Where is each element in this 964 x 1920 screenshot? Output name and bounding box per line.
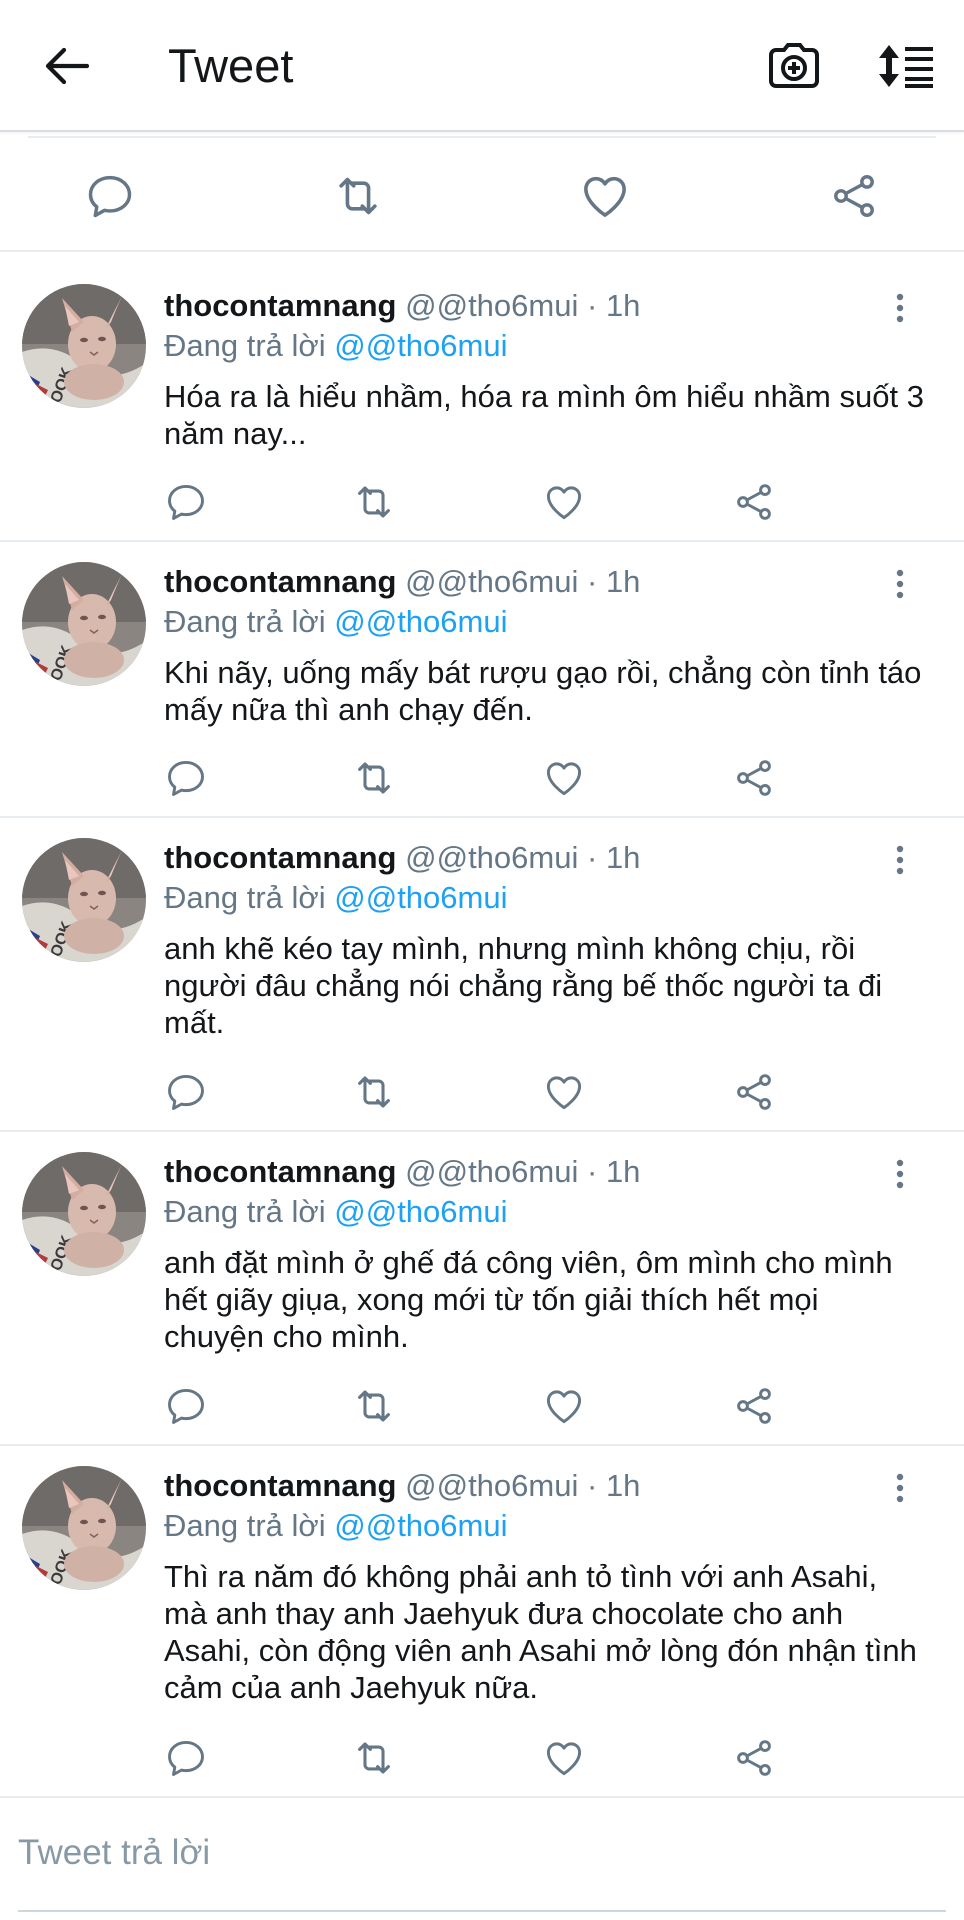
timestamp: 1h	[605, 1154, 641, 1189]
input-underline	[18, 1910, 946, 1912]
reply-icon[interactable]	[162, 1068, 210, 1116]
avatar[interactable]	[22, 1152, 146, 1276]
timestamp: 1h	[605, 840, 641, 875]
replying-to: Đang trả lời @@tho6mui	[164, 1506, 507, 1546]
separator-dot: ·	[586, 564, 598, 599]
tweet-header: thocontamnang @@tho6mui · 1h	[164, 1152, 640, 1192]
author-name[interactable]: thocontamnang	[164, 840, 397, 875]
reply-tweet[interactable]: thocontamnang @@tho6mui · 1h Đang trả lờ…	[0, 1132, 964, 1446]
avatar[interactable]	[22, 838, 146, 962]
timestamp: 1h	[605, 564, 641, 599]
author-name[interactable]: thocontamnang	[164, 288, 397, 323]
more-options-icon[interactable]	[880, 1466, 920, 1510]
share-icon[interactable]	[730, 1734, 778, 1782]
timestamp: 1h	[605, 1468, 641, 1503]
replying-to: Đang trả lời @@tho6mui	[164, 602, 507, 642]
reply-icon[interactable]	[162, 754, 210, 802]
separator-dot: ·	[586, 1468, 598, 1503]
tweet-header: thocontamnang @@tho6mui · 1h	[164, 286, 640, 326]
replying-to: Đang trả lời @@tho6mui	[164, 326, 507, 366]
avatar[interactable]	[22, 1466, 146, 1590]
reply-tweet[interactable]: thocontamnang @@tho6mui · 1h Đang trả lờ…	[0, 818, 964, 1132]
reply-composer	[0, 1798, 964, 1912]
page-title: Tweet	[168, 39, 294, 92]
author-name[interactable]: thocontamnang	[164, 1154, 397, 1189]
author-name[interactable]: thocontamnang	[164, 1468, 397, 1503]
reply-tweet[interactable]: thocontamnang @@tho6mui · 1h Đang trả lờ…	[0, 252, 964, 542]
replying-to-label: Đang trả lời	[164, 604, 326, 639]
more-options-icon[interactable]	[880, 838, 920, 882]
app-bar: Tweet	[0, 0, 964, 132]
tweet-text: Hóa ra là hiểu nhầm, hóa ra mình ôm hiểu…	[164, 379, 924, 451]
retweet-icon[interactable]	[350, 478, 398, 526]
replying-to-link[interactable]: @@tho6mui	[334, 328, 507, 363]
reply-tweet[interactable]: thocontamnang @@tho6mui · 1h Đang trả lờ…	[0, 1446, 964, 1798]
like-icon[interactable]	[540, 1068, 588, 1116]
arrow-left-icon[interactable]	[38, 38, 94, 94]
more-options-icon[interactable]	[880, 562, 920, 606]
tweet-header: thocontamnang @@tho6mui · 1h	[164, 838, 640, 878]
replying-to-link[interactable]: @@tho6mui	[334, 1508, 507, 1543]
author-name[interactable]: thocontamnang	[164, 564, 397, 599]
author-handle: @@tho6mui	[405, 288, 579, 323]
replying-to-label: Đang trả lời	[164, 880, 326, 915]
separator-dot: ·	[586, 288, 598, 323]
replying-to-link[interactable]: @@tho6mui	[334, 1194, 507, 1229]
avatar[interactable]	[22, 562, 146, 686]
replying-to-link[interactable]: @@tho6mui	[334, 604, 507, 639]
tweet-header: thocontamnang @@tho6mui · 1h	[164, 1466, 640, 1506]
avatar[interactable]	[22, 284, 146, 408]
share-icon[interactable]	[730, 478, 778, 526]
reply-icon[interactable]	[162, 1734, 210, 1782]
author-handle: @@tho6mui	[405, 564, 579, 599]
like-icon[interactable]	[540, 1734, 588, 1782]
reply-icon[interactable]	[162, 478, 210, 526]
share-icon[interactable]	[730, 754, 778, 802]
timestamp: 1h	[605, 288, 641, 323]
separator-dot: ·	[586, 1154, 598, 1189]
reply-tweet[interactable]: thocontamnang @@tho6mui · 1h Đang trả lờ…	[0, 542, 964, 818]
retweet-icon[interactable]	[350, 754, 398, 802]
camera-plus-icon[interactable]	[762, 34, 826, 98]
share-icon[interactable]	[824, 166, 884, 226]
retweet-icon[interactable]	[328, 166, 388, 226]
retweet-icon[interactable]	[350, 1068, 398, 1116]
tweet-header: thocontamnang @@tho6mui · 1h	[164, 562, 640, 602]
replying-to-label: Đang trả lời	[164, 328, 326, 363]
more-options-icon[interactable]	[880, 1152, 920, 1196]
reply-input[interactable]	[18, 1828, 918, 1878]
share-icon[interactable]	[730, 1382, 778, 1430]
tweet-text: Thì ra năm đó không phải anh tỏ tình với…	[164, 1559, 917, 1705]
sort-list-icon[interactable]	[872, 34, 940, 98]
tweet-text: anh khẽ kéo tay mình, nhưng mình không c…	[164, 931, 883, 1040]
reply-icon[interactable]	[162, 1382, 210, 1430]
like-icon[interactable]	[540, 754, 588, 802]
author-handle: @@tho6mui	[405, 840, 579, 875]
author-handle: @@tho6mui	[405, 1154, 579, 1189]
separator-dot: ·	[586, 840, 598, 875]
replying-to-label: Đang trả lời	[164, 1194, 326, 1229]
like-icon[interactable]	[540, 478, 588, 526]
reply-icon[interactable]	[80, 166, 140, 226]
share-icon[interactable]	[730, 1068, 778, 1116]
main-tweet-actions	[0, 138, 964, 252]
more-options-icon[interactable]	[880, 286, 920, 330]
tweet-text: Khi nãy, uống mấy bát rượu gạo rồi, chẳn…	[164, 655, 922, 727]
replying-to-link[interactable]: @@tho6mui	[334, 880, 507, 915]
replying-to-label: Đang trả lời	[164, 1508, 326, 1543]
retweet-icon[interactable]	[350, 1382, 398, 1430]
replying-to: Đang trả lời @@tho6mui	[164, 1192, 507, 1232]
like-icon[interactable]	[575, 166, 635, 226]
like-icon[interactable]	[540, 1382, 588, 1430]
author-handle: @@tho6mui	[405, 1468, 579, 1503]
tweet-text: anh đặt mình ở ghế đá công viên, ôm mình…	[164, 1245, 893, 1354]
retweet-icon[interactable]	[350, 1734, 398, 1782]
replying-to: Đang trả lời @@tho6mui	[164, 878, 507, 918]
